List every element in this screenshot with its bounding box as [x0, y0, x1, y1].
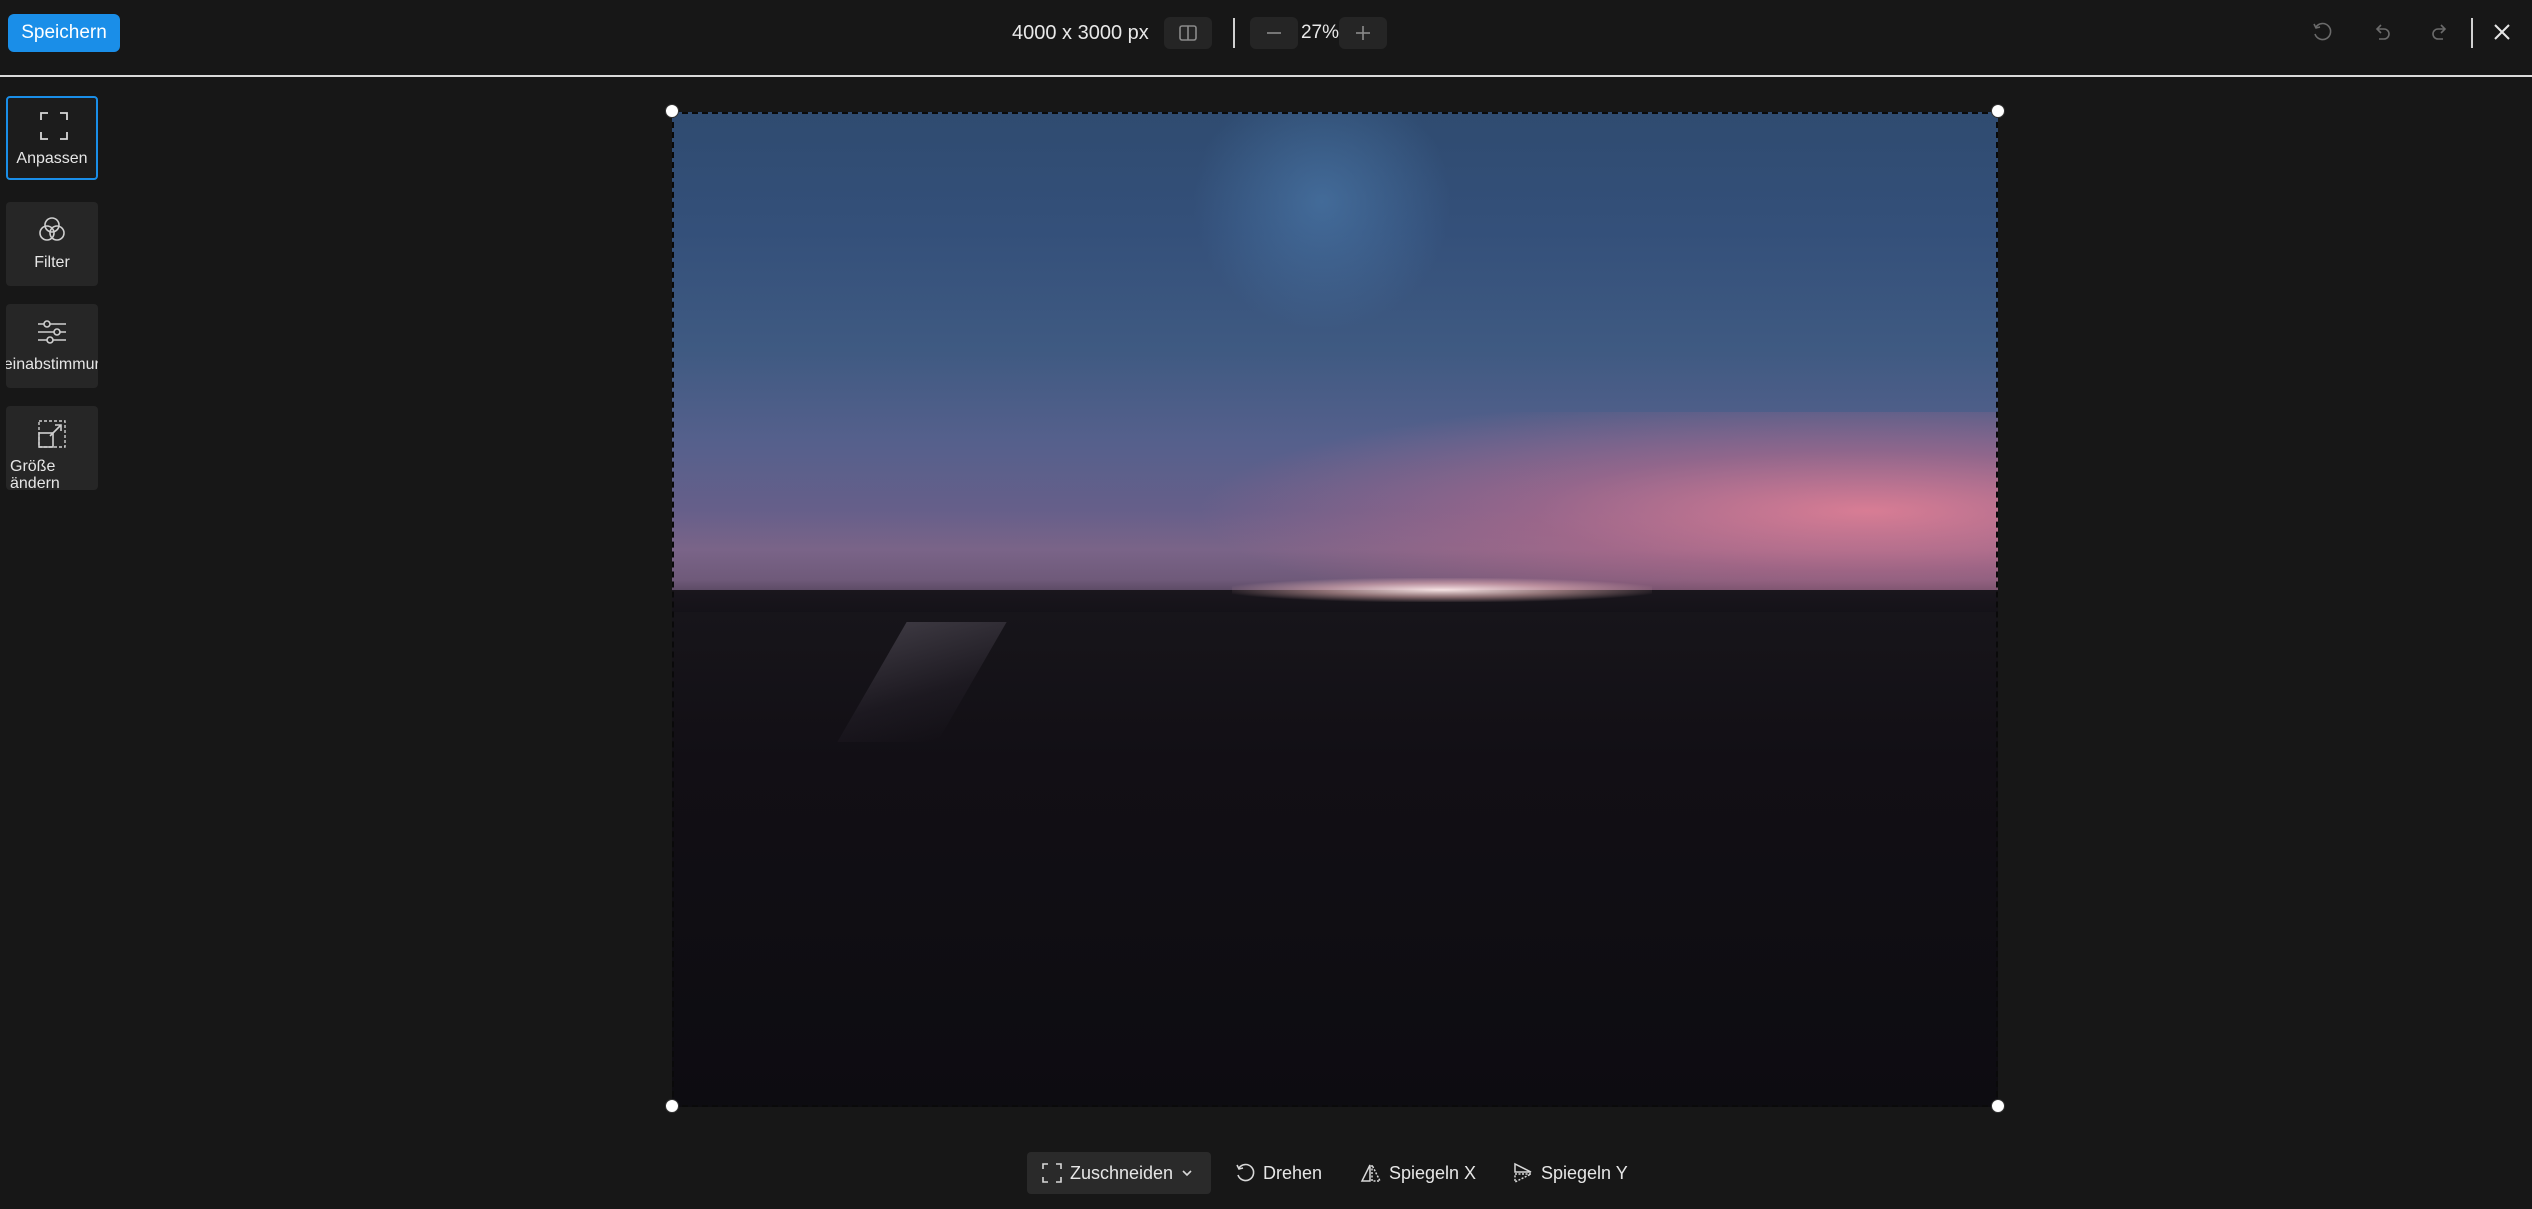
- crop-handle-bottom-left[interactable]: [665, 1099, 679, 1113]
- sidebar-item-label: Feinabstimmung: [6, 356, 98, 373]
- undo-button[interactable]: [2366, 16, 2398, 48]
- redo-icon: [2432, 24, 2447, 40]
- rotate-button[interactable]: Drehen: [1234, 1152, 1322, 1194]
- filter-circles-icon: [39, 217, 65, 241]
- crop-handle-top-left[interactable]: [665, 104, 679, 118]
- flip-y-button[interactable]: Spiegeln Y: [1512, 1152, 1628, 1194]
- zoom-level: 27%: [1300, 22, 1340, 43]
- crop-handle-bottom-right[interactable]: [1991, 1099, 2005, 1113]
- sidebar-item-label: Anpassen: [16, 150, 88, 167]
- sidebar-item-filter[interactable]: Filter: [6, 202, 98, 286]
- split-view-icon: [1179, 25, 1197, 41]
- close-button[interactable]: [2485, 14, 2519, 50]
- zoom-in-button[interactable]: [1339, 17, 1387, 49]
- top-toolbar: Speichern 4000 x 3000 px 27%: [0, 0, 2532, 77]
- crop-label: Zuschneiden: [1070, 1162, 1174, 1183]
- toolbar-divider: [2471, 18, 2473, 48]
- compare-button[interactable]: [1164, 17, 1212, 49]
- reset-icon: [2313, 22, 2332, 41]
- bottom-toolbar: Zuschneiden Drehen Spiegeln X Spiegeln Y: [0, 1152, 2532, 1196]
- crop-dropdown-button[interactable]: Zuschneiden: [1027, 1152, 1211, 1194]
- flip-x-label: Spiegeln X: [1389, 1162, 1477, 1183]
- sidebar-item-resize[interactable]: Größe ändern: [6, 406, 98, 490]
- chevron-down-icon: [1182, 1170, 1192, 1177]
- rotate-icon: [1236, 1163, 1255, 1182]
- flip-horizontal-icon: [1360, 1164, 1382, 1182]
- redo-button[interactable]: [2424, 16, 2456, 48]
- flip-y-label: Spiegeln Y: [1541, 1162, 1628, 1183]
- image-dimensions: 4000 x 3000 px: [1012, 22, 1149, 44]
- crop-frame[interactable]: [672, 112, 1998, 1107]
- rotate-label: Drehen: [1263, 1162, 1323, 1183]
- crop-frame-icon: [40, 112, 68, 140]
- zoom-out-button[interactable]: [1250, 17, 1298, 49]
- reset-button[interactable]: [2306, 16, 2338, 48]
- sidebar-item-fine-tune[interactable]: Feinabstimmung: [6, 304, 98, 388]
- save-button[interactable]: Speichern: [8, 14, 120, 52]
- undo-icon: [2375, 24, 2390, 40]
- flip-vertical-icon: [1514, 1162, 1532, 1184]
- toolbar-divider: [1233, 18, 1235, 48]
- crop-handle-top-right[interactable]: [1991, 104, 2005, 118]
- plus-icon: [1356, 26, 1370, 40]
- sliders-icon: [38, 320, 66, 344]
- sidebar-item-adjust[interactable]: Anpassen: [6, 96, 98, 180]
- flip-x-button[interactable]: Spiegeln X: [1360, 1152, 1476, 1194]
- resize-icon: [38, 420, 66, 448]
- sidebar-item-label: Größe ändern: [10, 458, 60, 490]
- minus-icon: [1267, 32, 1281, 34]
- sidebar-item-label: Filter: [34, 254, 70, 271]
- close-icon: [2494, 24, 2510, 40]
- crop-icon: [1042, 1163, 1062, 1183]
